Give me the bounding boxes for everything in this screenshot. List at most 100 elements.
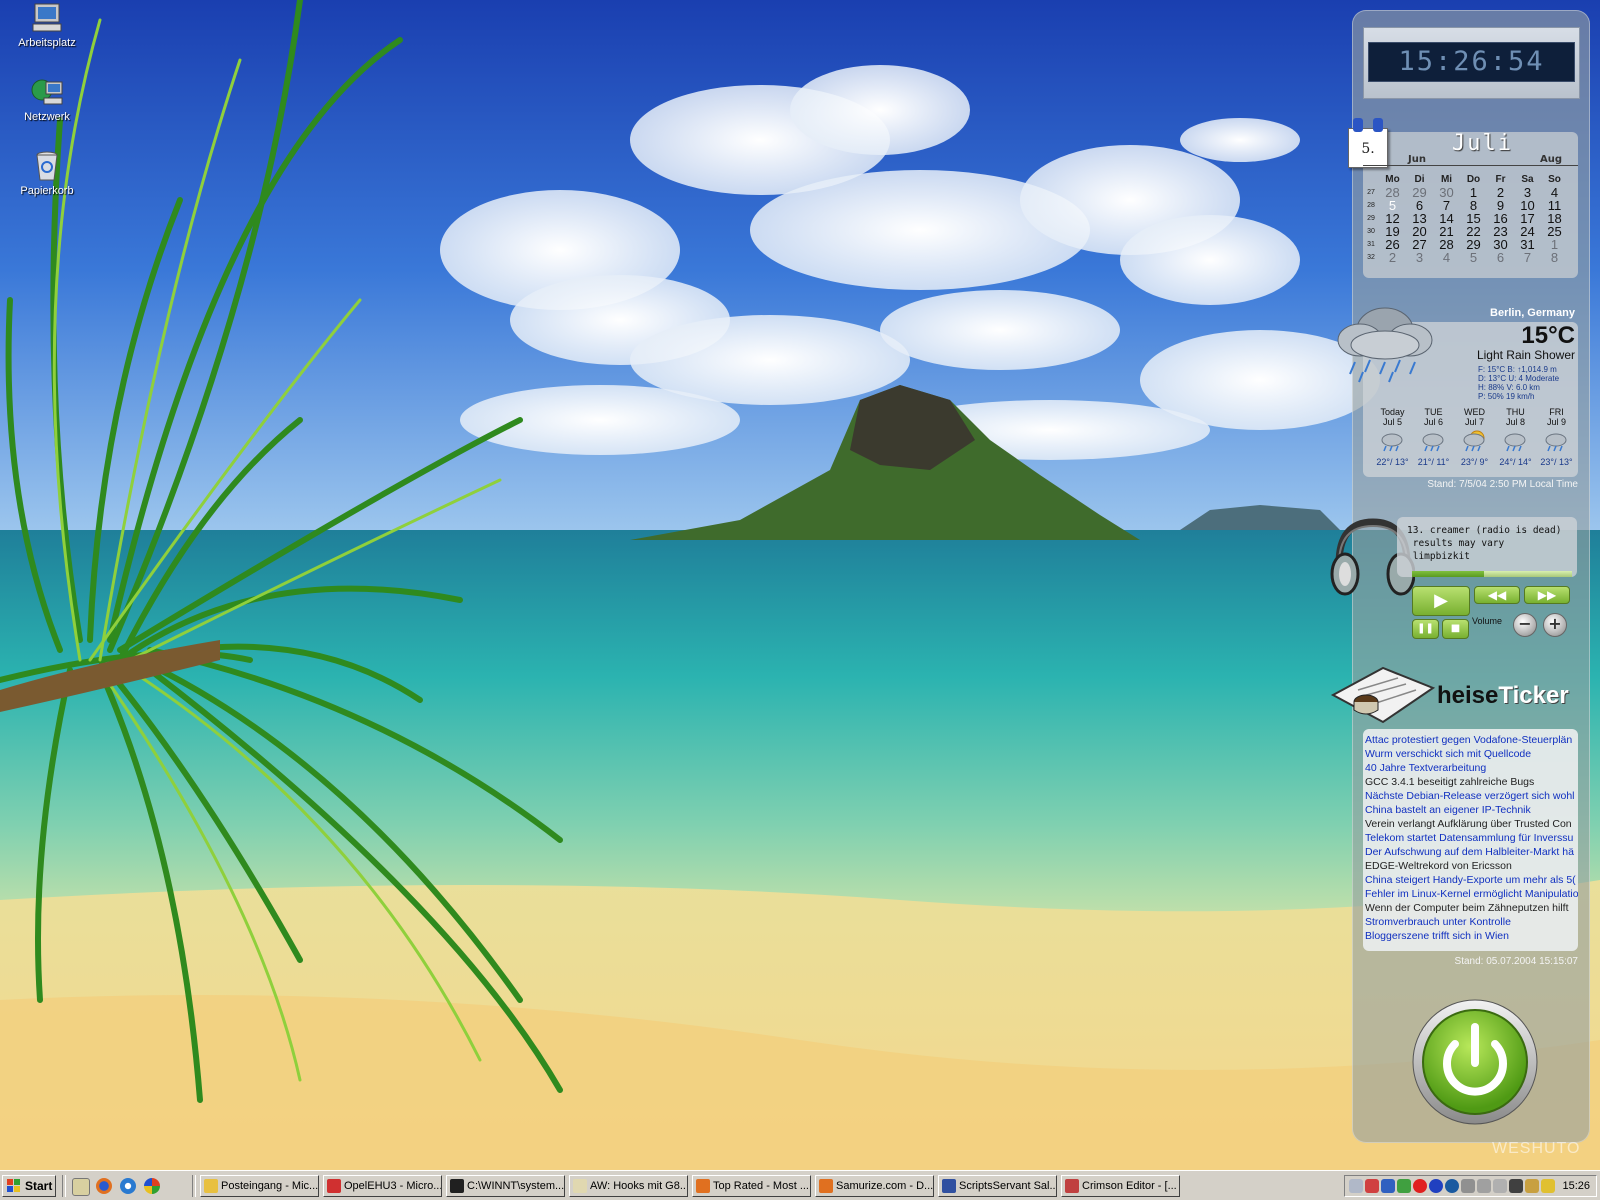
calendar-ring-icon: [1373, 118, 1383, 132]
pause-button[interactable]: ❚❚: [1412, 619, 1439, 639]
calendar-prev-month[interactable]: Jun: [1408, 154, 1426, 165]
news-headline-link[interactable]: 40 Jahre Textverarbeitung: [1365, 761, 1578, 775]
news-headline-link[interactable]: Der Aufschwung auf dem Halbleiter-Markt …: [1365, 845, 1578, 859]
calendar-week-number: 29: [1367, 215, 1375, 222]
calendar-weekday: So: [1548, 173, 1561, 185]
lock-tray-icon[interactable]: [1525, 1179, 1539, 1193]
calendar-weekday: Fr: [1495, 173, 1506, 185]
desktop-icon-label: Arbeitsplatz: [18, 37, 76, 49]
track-progress[interactable]: [1412, 571, 1572, 577]
drive-tray-icon[interactable]: [1493, 1179, 1507, 1193]
taskbar-window-button[interactable]: Posteingang - Mic...: [200, 1175, 319, 1197]
power-button[interactable]: [1410, 997, 1540, 1130]
digital-clock: 15:26:54: [1363, 27, 1580, 99]
forecast-day-name: FRI: [1549, 407, 1564, 417]
news-headline-link[interactable]: Bloggerszene trifft sich in Wien: [1365, 929, 1578, 943]
rain-icon: [1422, 433, 1443, 452]
news-headline-link[interactable]: Wenn der Computer beim Zähneputzen hilft: [1365, 901, 1578, 915]
rewind-button[interactable]: ◀◀: [1474, 586, 1520, 604]
calendar-weekday: Mo: [1385, 173, 1400, 185]
computer-icon: [30, 2, 64, 34]
calendar-weekday: Do: [1466, 173, 1481, 185]
calendar-day[interactable]: 7: [1514, 251, 1541, 264]
internet-explorer-icon[interactable]: [120, 1178, 136, 1194]
windows-update-icon[interactable]: [144, 1178, 160, 1194]
rain-cloud-icon: [1330, 300, 1440, 388]
news-headline-link[interactable]: GCC 3.4.1 beseitigt zahlreiche Bugs: [1365, 775, 1578, 789]
calendar-day[interactable]: 5: [1460, 251, 1487, 264]
start-button[interactable]: Start: [2, 1175, 56, 1197]
volume-label: Volume: [1472, 616, 1503, 626]
desktop-icon-network[interactable]: Netzwerk: [4, 76, 90, 123]
app-icon: [696, 1179, 710, 1193]
taskbar-window-button[interactable]: ScriptsServant Sal...: [938, 1175, 1057, 1197]
taskbar-window-button[interactable]: AW: Hooks mit G8...: [569, 1175, 688, 1197]
news-list: Attac protestiert gegen Vodafone-Steuerp…: [1363, 729, 1578, 943]
record-tray-icon[interactable]: [1413, 1179, 1427, 1193]
printer-tray-icon[interactable]: [1477, 1179, 1491, 1193]
forecast-day: TUE Jul 6 21°/ 11°: [1413, 407, 1454, 467]
forecast-day-name: THU: [1506, 407, 1525, 417]
app-icon: [573, 1179, 587, 1193]
desktop-icon-my-computer[interactable]: Arbeitsplatz: [4, 2, 90, 49]
track-artist: limpbizkit: [1407, 551, 1470, 562]
news-headline-link[interactable]: EDGE-Weltrekord von Ericsson: [1365, 859, 1578, 873]
weather-detail-line: F: 15°C B: ↑1,014.9 m: [1478, 365, 1557, 374]
taskbar-window-label: C:\WINNT\system...: [467, 1180, 565, 1192]
antivirus-tray-icon[interactable]: [1365, 1179, 1379, 1193]
fast-forward-button[interactable]: ▶▶: [1524, 586, 1570, 604]
taskbar-window-label: Samurize.com - D...: [836, 1180, 934, 1192]
network-tray-icon[interactable]: [1381, 1179, 1395, 1193]
news-headline-link[interactable]: Wurm verschickt sich mit Quellcode: [1365, 747, 1578, 761]
volume-tray-icon[interactable]: [1461, 1179, 1475, 1193]
taskbar-window-button[interactable]: OpelEHU3 - Micro...: [323, 1175, 442, 1197]
ticker-updated: Stand: 05.07.2004 15:15:07: [1454, 956, 1578, 967]
calendar-day[interactable]: 2: [1379, 251, 1406, 264]
stop-button[interactable]: ■: [1442, 619, 1469, 639]
calendar-week-number: 27: [1367, 189, 1375, 196]
globe-tray-icon[interactable]: [1445, 1179, 1459, 1193]
calendar-day[interactable]: 8: [1541, 251, 1568, 264]
calendar-day[interactable]: 4: [1433, 251, 1460, 264]
calendar-week-number: 30: [1367, 228, 1375, 235]
desktop-icon-recycle-bin[interactable]: Papierkorb: [4, 150, 90, 197]
calendar-weekday-row: Mo Di Mi Do Fr Sa So: [1363, 172, 1568, 186]
taskbar-window-button[interactable]: C:\WINNT\system...: [446, 1175, 565, 1197]
calendar-badge: 5.: [1345, 118, 1391, 170]
camera-tray-icon[interactable]: [1509, 1179, 1523, 1193]
taskbar-window-button[interactable]: Crimson Editor - [...: [1061, 1175, 1180, 1197]
network-icon: [30, 76, 64, 108]
forecast-temps: 22°/ 13°: [1376, 457, 1409, 467]
volume-down-button[interactable]: −: [1513, 613, 1537, 637]
news-headline-link[interactable]: Stromverbrauch unter Kontrolle: [1365, 915, 1578, 929]
news-headline-link[interactable]: Nächste Debian-Release verzögert sich wo…: [1365, 789, 1578, 803]
messenger-tray-icon[interactable]: [1429, 1179, 1443, 1193]
calendar-day[interactable]: 6: [1487, 251, 1514, 264]
taskbar-window-button[interactable]: Samurize.com - D...: [815, 1175, 934, 1197]
forecast-day: FRI Jul 9 23°/ 13°: [1536, 407, 1577, 467]
calendar-day[interactable]: 3: [1406, 251, 1433, 264]
calendar-ring-icon: [1353, 118, 1363, 132]
play-button[interactable]: ▶: [1412, 586, 1470, 616]
display-tray-icon[interactable]: [1397, 1179, 1411, 1193]
taskbar-window-button[interactable]: Top Rated - Most ...: [692, 1175, 811, 1197]
news-headline-link[interactable]: Attac protestiert gegen Vodafone-Steuerp…: [1365, 733, 1578, 747]
heise-logo-b: Ticker: [1498, 682, 1569, 709]
show-desktop-icon[interactable]: [72, 1178, 90, 1196]
search-tray-icon[interactable]: [1349, 1179, 1363, 1193]
clock-time: 15:26:54: [1368, 42, 1575, 82]
track-info: 13. creamer (radio is dead) results may …: [1407, 524, 1561, 563]
news-headline-link[interactable]: China bastelt an eigener IP-Technik: [1365, 803, 1578, 817]
news-headline-link[interactable]: Fehler im Linux-Kernel ermöglicht Manipu…: [1365, 887, 1578, 901]
power-tray-icon[interactable]: [1541, 1179, 1555, 1193]
taskbar-clock[interactable]: 15:26: [1562, 1176, 1590, 1196]
news-headline-link[interactable]: China steigert Handy-Exporte um mehr als…: [1365, 873, 1578, 887]
system-tray: 15:26: [1344, 1175, 1597, 1197]
news-headline-link[interactable]: Telekom startet Datensammlung für Invers…: [1365, 831, 1578, 845]
volume-up-button[interactable]: +: [1543, 613, 1567, 637]
firefox-icon[interactable]: [96, 1178, 112, 1194]
forecast-day-name: WED: [1464, 407, 1485, 417]
calendar-next-month[interactable]: Aug: [1540, 154, 1562, 165]
news-headline-link[interactable]: Verein verlangt Aufklärung über Trusted …: [1365, 817, 1578, 831]
rain-icon: [1504, 433, 1525, 452]
